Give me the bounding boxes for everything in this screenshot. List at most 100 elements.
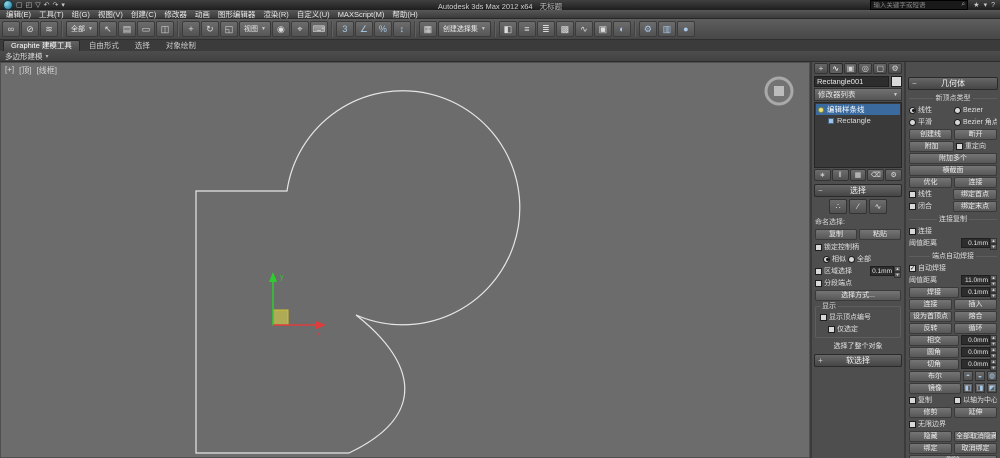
tab-display[interactable]: ▢ [873,63,887,74]
panel-button[interactable]: 连接 [954,177,997,188]
selected-only-checkbox[interactable] [828,326,835,333]
tab-motion[interactable]: ◎ [858,63,872,74]
option-icon[interactable]: ◓ [963,371,973,381]
mirror-icon[interactable]: ◧ [499,21,517,37]
value-spinner[interactable]: 0.1mm▲▼ [961,238,997,248]
panel-button[interactable]: 圆角 [909,347,959,358]
panel-button[interactable]: 取消绑定 [954,443,997,454]
radio-button[interactable] [909,119,916,126]
tab-modify[interactable]: ∿ [829,63,843,74]
panel-button[interactable]: 绑定首点 [953,189,997,200]
modifier-stack-item[interactable]: 编辑样条线 [816,104,900,115]
panel-button[interactable]: 绑定末点 [953,201,997,212]
menu-item[interactable]: 编辑(E) [2,10,35,19]
menu-item[interactable]: 渲染(R) [259,10,292,19]
menu-item[interactable]: 图形编辑器 [214,10,260,19]
window-crossing-icon[interactable]: ◫ [156,21,174,37]
checkbox[interactable] [954,397,961,404]
value-spinner[interactable]: 0.0mm▲▼ [961,335,997,345]
panel-button[interactable]: 优化 [909,177,952,188]
checkbox[interactable] [909,421,916,428]
area-threshold-spinner[interactable]: 0.1mm ▲▼ [870,266,901,276]
radio-button[interactable] [954,119,961,126]
polygon-modeling-panel[interactable]: 多边形建模 [5,51,43,62]
panel-button[interactable]: 横截面 [909,165,997,176]
selection-filter-dropdown[interactable]: 全部▼ [66,21,98,37]
new-scene-icon[interactable]: ▢ [16,1,23,10]
value-spinner[interactable]: 0.0mm▲▼ [961,359,997,369]
viewport-general-menu[interactable]: [+] [5,65,14,76]
tab-utilities[interactable]: ⚙ [888,63,902,74]
option-icon[interactable]: ◧ [963,383,973,393]
vertex-mode-icon[interactable]: ∴ [829,199,847,214]
menu-item[interactable]: 帮助(H) [388,10,421,19]
show-vertex-numbers-checkbox[interactable] [820,314,827,321]
infocenter-star-icon[interactable]: ★ [973,1,979,10]
unlink-selection-icon[interactable]: ⊘ [21,21,39,37]
object-color-swatch[interactable] [891,76,902,87]
menu-item[interactable]: 工具(T) [35,10,68,19]
selection-region-icon[interactable]: ▭ [137,21,155,37]
angle-snap-icon[interactable]: ∠ [355,21,373,37]
gizmo-plane-handle[interactable] [273,310,288,325]
make-unique-icon[interactable]: ▦ [850,169,867,181]
modifier-list-dropdown[interactable]: 修改器列表 ▼ [814,88,902,101]
checkbox[interactable] [909,397,916,404]
panel-button[interactable]: 反转 [909,323,952,334]
pin-stack-icon[interactable]: ∗ [814,169,831,181]
tab-hierarchy[interactable]: ▣ [844,63,858,74]
select-and-rotate-icon[interactable]: ↻ [201,21,219,37]
select-object-icon[interactable]: ↖ [99,21,117,37]
ribbon-tab-object-paint[interactable]: 对象绘制 [159,41,203,51]
rollout-geometry[interactable]: − 几何体 [908,77,998,90]
value-spinner[interactable]: 11.0mm▲▼ [961,275,997,285]
snaps-toggle-icon[interactable]: 3 [336,21,354,37]
save-file-icon[interactable]: ▽ [35,1,40,10]
ribbon-tab-graphite[interactable]: Graphite 建模工具 [3,40,80,51]
panel-button[interactable]: 附加多个 [909,153,997,164]
rollout-soft-selection[interactable]: + 软选择 [814,354,902,367]
similar-radio[interactable] [823,256,830,263]
spline-shape[interactable] [196,91,520,453]
radio-button[interactable] [909,107,916,114]
project-menu-icon[interactable]: ▾ [61,1,65,10]
rendered-frame-icon[interactable]: ▥ [658,21,676,37]
percent-snap-icon[interactable]: % [374,21,392,37]
spinner-arrows[interactable]: ▲▼ [990,238,997,248]
bind-to-space-warp-icon[interactable]: ≋ [40,21,58,37]
panel-button[interactable]: 熔合 [954,311,997,322]
panel-button[interactable]: 隐藏 [909,431,952,442]
option-icon[interactable]: ◒ [975,371,985,381]
keyboard-override-icon[interactable]: ⌨ [310,21,328,37]
lock-handles-checkbox[interactable] [815,244,822,251]
panel-button[interactable]: 插入 [954,299,997,310]
spline-mode-icon[interactable]: ∿ [869,199,887,214]
ribbon-tab-selection[interactable]: 选择 [128,41,157,51]
spinner-arrows[interactable]: ▲▼ [990,287,997,297]
spinner-down-icon[interactable]: ▼ [894,272,901,278]
material-editor-icon[interactable]: ◐ [613,21,631,37]
show-end-result-icon[interactable]: ‖ [832,169,849,181]
segment-end-checkbox[interactable] [815,280,822,287]
option-icon[interactable]: ◩ [987,383,997,393]
redo-icon[interactable]: ↷ [53,1,59,10]
panel-button[interactable]: 绑定 [909,443,952,454]
option-icon[interactable]: ◨ [975,383,985,393]
value-spinner[interactable]: 0.0mm▲▼ [961,347,997,357]
panel-button[interactable]: 焊接 [909,287,959,298]
checkbox[interactable] [909,228,916,235]
radio-button[interactable] [954,107,961,114]
panel-button[interactable]: 设为首顶点 [909,311,952,322]
spinner-arrows[interactable]: ▲▼ [990,359,997,369]
panel-button[interactable]: 相交 [909,335,959,346]
checkbox[interactable]: ✓ [909,265,916,272]
panel-button[interactable]: 循环 [954,323,997,334]
transform-gizmo[interactable]: y x [269,272,326,338]
select-and-move-icon[interactable]: + [182,21,200,37]
panel-button[interactable]: 删除 [909,455,997,458]
spinner-arrows[interactable]: ▲▼ [990,347,997,357]
panel-button[interactable]: 断开 [954,129,997,140]
modifier-stack-item[interactable]: Rectangle [816,115,900,126]
spinner-snap-icon[interactable]: ↕ [393,21,411,37]
segment-mode-icon[interactable]: ∕ [849,199,867,214]
